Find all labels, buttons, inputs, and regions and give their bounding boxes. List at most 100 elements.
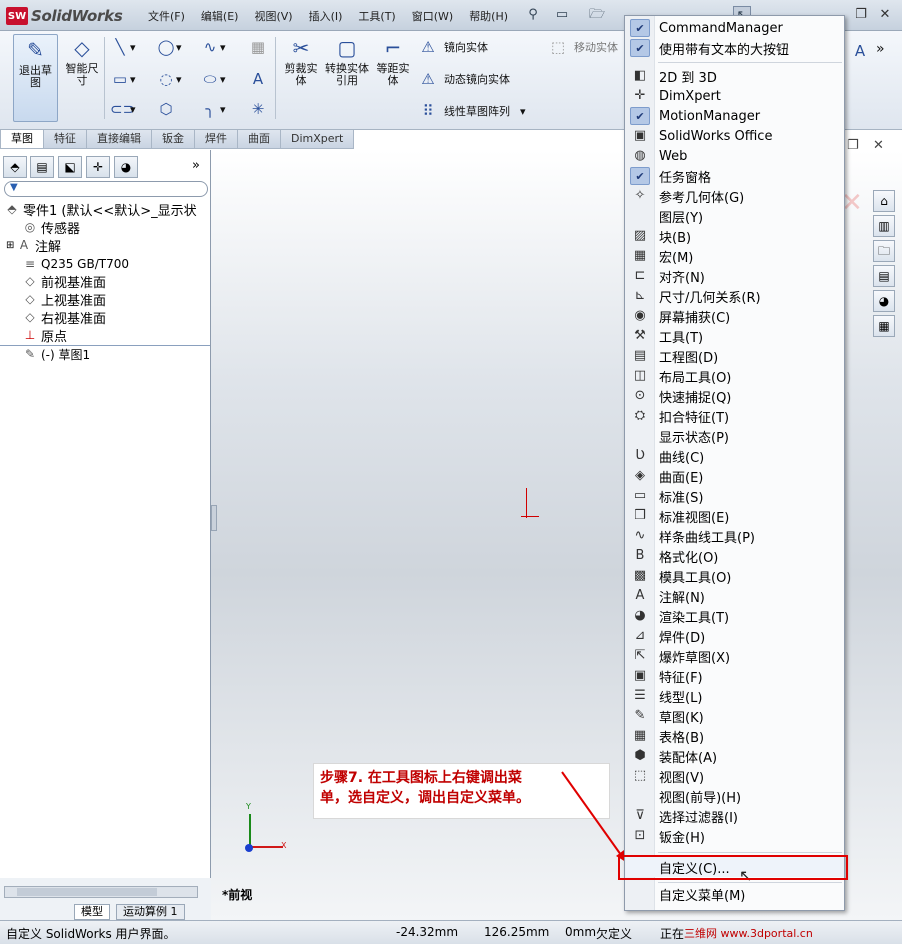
menu-item[interactable]: ✔ CommandManager bbox=[626, 18, 844, 38]
tree-item-annotations[interactable]: ⊞ A 注解 bbox=[6, 236, 61, 255]
tree-item-material[interactable]: ≡ Q235 GB/T700 bbox=[22, 255, 129, 273]
line-tool[interactable]: ╲ ▾ bbox=[110, 37, 135, 57]
menu-item[interactable]: ▣ 特征(F) bbox=[626, 666, 844, 686]
menu-item[interactable]: ⚒ 工具(T) bbox=[626, 326, 844, 346]
menu-item[interactable]: Ʋ 曲线(C) bbox=[626, 446, 844, 466]
scrollbar-thumb[interactable] bbox=[17, 888, 157, 896]
tab-direct-edit[interactable]: 直接编辑 bbox=[86, 130, 152, 149]
text-tool[interactable]: A bbox=[248, 69, 268, 89]
tree-item-part[interactable]: ⬘ 零件1 (默认<<默认>_显示状 bbox=[4, 200, 196, 219]
feature-manager-tab-icon[interactable]: ⬘ bbox=[3, 156, 27, 178]
tab-weldments[interactable]: 焊件 bbox=[194, 130, 238, 149]
menu-item[interactable]: ◉ 屏幕捕获(C) bbox=[626, 306, 844, 326]
menu-item[interactable]: ✔ 任务窗格 bbox=[626, 166, 844, 186]
configuration-manager-tab-icon[interactable]: ⬕ bbox=[58, 156, 82, 178]
open-folder-icon[interactable]: 🗁 bbox=[588, 6, 606, 24]
ellipse-tool[interactable]: ⬭ ▾ bbox=[200, 69, 226, 89]
menu-item[interactable]: 图层(Y) bbox=[626, 206, 844, 226]
ribbon-more-chevron-icon[interactable]: » bbox=[876, 41, 885, 57]
smart-dimension-button[interactable]: ◇ 智能尺寸 bbox=[61, 35, 103, 87]
tree-item-right-plane[interactable]: ◇ 右视基准面 bbox=[22, 308, 106, 327]
trim-entities-button[interactable]: ✂ 剪裁实体 bbox=[280, 35, 322, 87]
menu-edit[interactable]: 编辑(E) bbox=[193, 8, 247, 24]
dimxpert-manager-tab-icon[interactable]: ✛ bbox=[86, 156, 110, 178]
menu-item[interactable]: ✧ 参考几何体(G) bbox=[626, 186, 844, 206]
tree-item-sketch1[interactable]: ✎ (-) 草图1 bbox=[22, 345, 90, 363]
menu-item[interactable]: ⇱ 爆炸草图(X) bbox=[626, 646, 844, 666]
menu-item[interactable]: B 格式化(O) bbox=[626, 546, 844, 566]
menu-item[interactable]: ◫ 布局工具(O) bbox=[626, 366, 844, 386]
circle-tool[interactable]: ◯ ▾ bbox=[156, 37, 182, 57]
graphics-close-icon[interactable]: ✕ bbox=[873, 138, 884, 153]
file-explorer-icon[interactable]: 🗀 bbox=[873, 240, 895, 262]
menu-item[interactable]: ✔ MotionManager bbox=[626, 106, 844, 126]
menu-item[interactable]: ⊽ 选择过滤器(I) bbox=[626, 806, 844, 826]
exit-sketch-button[interactable]: ✎ 退出草图 bbox=[13, 34, 58, 122]
large-text-icon[interactable]: A bbox=[850, 41, 870, 61]
menu-item[interactable]: ✛ DimXpert bbox=[626, 86, 844, 106]
menu-item[interactable]: A 注解(N) bbox=[626, 586, 844, 606]
tree-filter-input[interactable]: ▼ bbox=[4, 181, 208, 197]
appearances-icon[interactable]: ◕ bbox=[873, 290, 895, 312]
menu-item[interactable]: ⬢ 装配体(A) bbox=[626, 746, 844, 766]
arc-tool[interactable]: ◌ ▾ bbox=[156, 69, 181, 89]
menu-item[interactable]: 视图(前导)(H) bbox=[626, 786, 844, 806]
menu-view[interactable]: 视图(V) bbox=[246, 8, 300, 24]
menu-item[interactable]: ▨ 块(B) bbox=[626, 226, 844, 246]
fillet-tool[interactable]: ╮ ▾ bbox=[200, 99, 225, 119]
polygon-tool[interactable]: ⬡ bbox=[156, 99, 176, 119]
menu-item[interactable]: ⬚ 视图(V) bbox=[626, 766, 844, 786]
menu-item[interactable]: ⊡ 钣金(H) bbox=[626, 826, 844, 846]
tab-model[interactable]: 模型 bbox=[74, 904, 110, 920]
menu-window[interactable]: 窗口(W) bbox=[404, 8, 461, 24]
tab-motion-study[interactable]: 运动算例 1 bbox=[116, 904, 185, 920]
design-library-icon[interactable]: ▥ bbox=[873, 215, 895, 237]
menu-item[interactable]: ⊙ 快速捕捉(Q) bbox=[626, 386, 844, 406]
menu-item[interactable]: ◕ 渲染工具(T) bbox=[626, 606, 844, 626]
home-icon[interactable]: ⌂ bbox=[873, 190, 895, 212]
menu-item[interactable]: ▩ 模具工具(O) bbox=[626, 566, 844, 586]
linear-pattern-button[interactable]: ⠿ 线性草图阵列 ▾ bbox=[418, 101, 526, 121]
menu-item[interactable]: ✔ 使用带有文本的大按钮 bbox=[626, 38, 844, 58]
convert-entities-button[interactable]: ▢ 转换实体引用 bbox=[325, 35, 369, 87]
menu-item[interactable]: ▭ 标准(S) bbox=[626, 486, 844, 506]
menu-item[interactable]: ∿ 样条曲线工具(P) bbox=[626, 526, 844, 546]
tab-dimxpert[interactable]: DimXpert bbox=[280, 130, 355, 149]
tab-sheet-metal[interactable]: 钣金 bbox=[151, 130, 195, 149]
horizontal-scrollbar[interactable] bbox=[4, 886, 198, 898]
pin-icon[interactable]: ⚲ bbox=[524, 6, 542, 24]
expand-chevron-icon[interactable]: » bbox=[192, 158, 200, 173]
menu-item[interactable]: ▣ SolidWorks Office bbox=[626, 126, 844, 146]
menu-item[interactable]: ▤ 工程图(D) bbox=[626, 346, 844, 366]
custom-properties-icon[interactable]: ▦ bbox=[873, 315, 895, 337]
slot-tool[interactable]: ⊂⊃ ▾ bbox=[110, 99, 136, 119]
spline-tool[interactable]: ∿ ▾ bbox=[200, 37, 226, 57]
menu-item[interactable]: ⊾ 尺寸/几何关系(R) bbox=[626, 286, 844, 306]
tree-item-front-plane[interactable]: ◇ 前视基准面 bbox=[22, 272, 106, 291]
menu-item-customize-menu[interactable]: 自定义菜单(M) bbox=[626, 884, 844, 904]
display-manager-tab-icon[interactable]: ◕ bbox=[114, 156, 138, 178]
menu-item[interactable]: ◈ 曲面(E) bbox=[626, 466, 844, 486]
menu-item[interactable]: ⊿ 焊件(D) bbox=[626, 626, 844, 646]
panel-collapse-handle[interactable] bbox=[211, 505, 217, 531]
new-document-icon[interactable]: ▭ bbox=[553, 6, 571, 24]
dynamic-mirror-button[interactable]: ⚠ 动态镜向实体 bbox=[418, 69, 510, 89]
menu-item[interactable]: ◧ 2D 到 3D bbox=[626, 66, 844, 86]
menu-item[interactable]: ✎ 草图(K) bbox=[626, 706, 844, 726]
menu-item[interactable]: ☰ 线型(L) bbox=[626, 686, 844, 706]
point-tool[interactable]: ✳ bbox=[248, 99, 268, 119]
menu-tools[interactable]: 工具(T) bbox=[350, 8, 403, 24]
menu-help[interactable]: 帮助(H) bbox=[461, 8, 516, 24]
menu-item[interactable]: ⛭ 扣合特征(T) bbox=[626, 406, 844, 426]
property-manager-tab-icon[interactable]: ▤ bbox=[30, 156, 54, 178]
offset-entities-button[interactable]: ⌐ 等距实体 bbox=[372, 35, 414, 87]
rectangle-tool[interactable]: ▭ ▾ bbox=[110, 69, 136, 89]
tab-sketch[interactable]: 草图 bbox=[0, 130, 44, 149]
tab-surfaces[interactable]: 曲面 bbox=[237, 130, 281, 149]
window-restore-icon[interactable]: ❐ bbox=[852, 6, 870, 24]
tree-item-origin[interactable]: ⊥ 原点 bbox=[22, 326, 67, 345]
menu-insert[interactable]: 插入(I) bbox=[301, 8, 351, 24]
window-close-icon[interactable]: ✕ bbox=[876, 6, 894, 24]
menu-item[interactable]: ❒ 标准视图(E) bbox=[626, 506, 844, 526]
mirror-entities-button[interactable]: ⚠ 镜向实体 bbox=[418, 37, 488, 57]
